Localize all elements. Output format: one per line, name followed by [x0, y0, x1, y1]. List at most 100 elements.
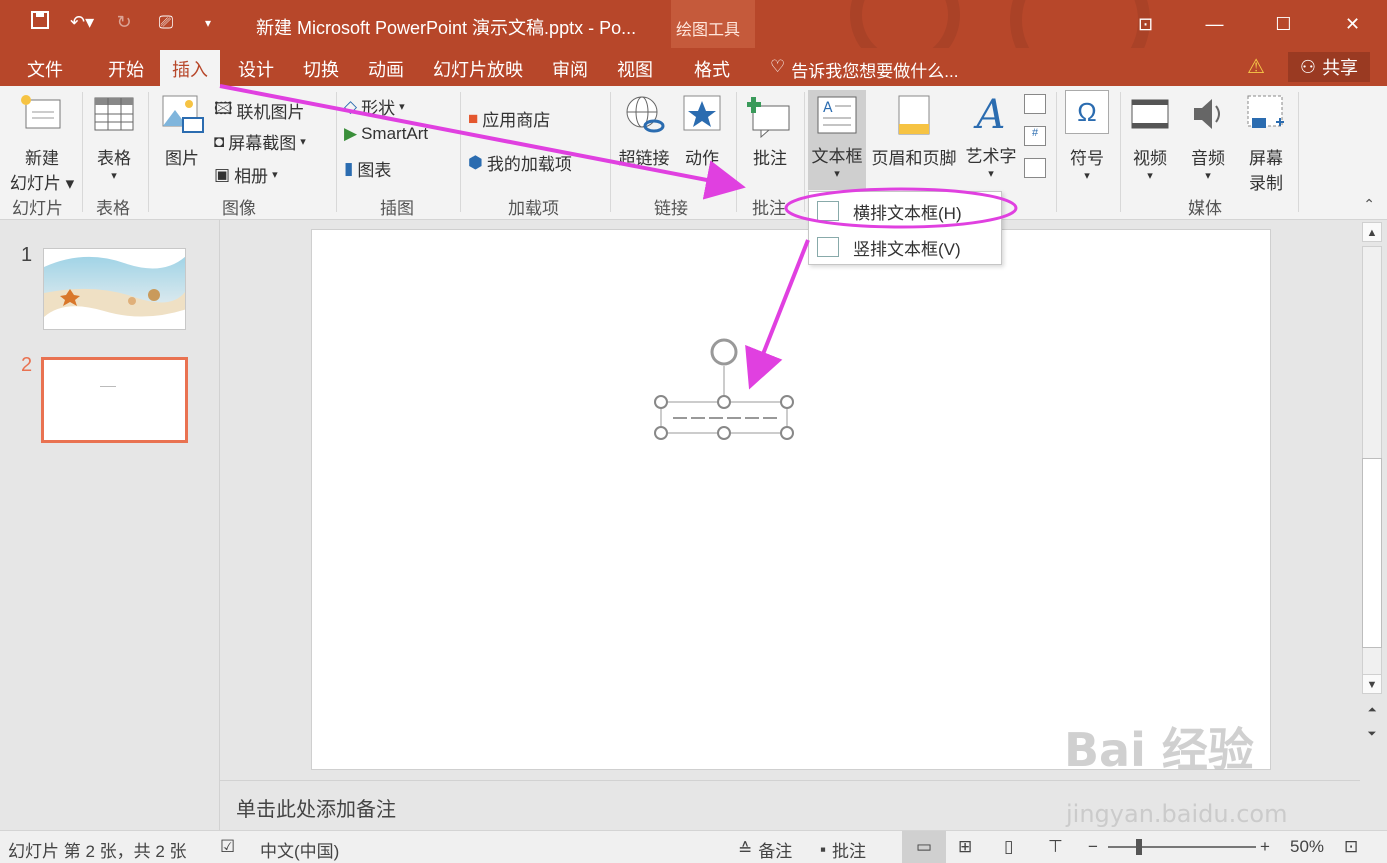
scroll-thumb[interactable] [1362, 458, 1382, 648]
slide-thumbnail-1[interactable] [43, 248, 186, 330]
slideshow-icon[interactable]: ⊤ [1048, 837, 1063, 857]
slide-number-icon[interactable]: # [1024, 126, 1046, 146]
tab-slideshow[interactable]: 幻灯片放映 [433, 56, 523, 82]
group-separator [736, 92, 737, 212]
maximize-button[interactable]: ☐ [1249, 0, 1318, 48]
store-button[interactable]: ■ 应用商店 [468, 106, 550, 131]
reading-view-icon[interactable]: ▯ [1004, 837, 1013, 857]
close-button[interactable]: ✕ [1318, 0, 1387, 48]
textbox-icon: A [817, 96, 857, 134]
prev-slide-icon[interactable]: ⏶ [1362, 700, 1382, 720]
zoom-slider-track[interactable] [1108, 846, 1256, 848]
store-icon: ■ [468, 108, 479, 128]
thumbnail-textbox-mark [100, 386, 116, 387]
tab-home[interactable]: 开始 [108, 56, 144, 82]
slide-info: 幻灯片 第 2 张，共 2 张 [8, 842, 187, 861]
chart-label: 图表 [357, 161, 392, 180]
context-tab-label: 绘图工具 [676, 22, 741, 39]
online-picture-button[interactable]: 🖾 联机图片 [214, 96, 305, 125]
screenshot-button[interactable]: ◘ 屏幕截图 ▾ [214, 129, 306, 154]
tab-transitions[interactable]: 切换 [303, 56, 339, 82]
online-picture-icon: 🖾 [214, 99, 233, 118]
comments-toggle[interactable]: ▪ 批注 [820, 837, 866, 862]
tab-insert[interactable]: 插入 [160, 50, 220, 86]
album-button[interactable]: ▣ 相册 ▾ [214, 162, 278, 187]
slide-sorter-icon[interactable]: ⊞ [958, 837, 972, 857]
svg-text:A: A [823, 100, 833, 116]
symbol-button[interactable]: Ω 符号 ▾ [1060, 90, 1114, 182]
action-label: 动作 [685, 149, 719, 168]
smartart-button[interactable]: ▶ SmartArt [344, 124, 428, 144]
textbox-button[interactable]: A 文本框 ▾ [808, 90, 866, 190]
hyperlink-button[interactable]: 超链接 [614, 94, 674, 169]
comment-button[interactable]: 批注 [744, 94, 796, 169]
customize-qat-icon[interactable]: ▾ [196, 16, 220, 30]
presenter-icon[interactable]: ⎚ [154, 12, 178, 33]
scroll-up-icon[interactable]: ▲ [1362, 222, 1382, 242]
save-icon[interactable] [28, 10, 52, 35]
chevron-down-icon: ▾ [399, 101, 405, 113]
tell-me-box[interactable]: ♡ 告诉我您想要做什么... [770, 57, 958, 82]
screen-record-icon [1247, 95, 1284, 128]
title-bar: ↶▾ ↻ ⎚ ▾ 新建 Microsoft PowerPoint 演示文稿.pp… [0, 0, 1387, 90]
normal-view-icon[interactable]: ▭ [902, 831, 946, 863]
horizontal-textbox-item[interactable]: 横排文本框(H) [809, 194, 1001, 228]
minimize-button[interactable]: — [1180, 0, 1249, 48]
picture-button[interactable]: 图片 [156, 94, 208, 169]
video-button[interactable]: 视频 ▾ [1124, 94, 1176, 182]
fit-slide-icon[interactable]: ⊡ [1344, 837, 1358, 857]
audio-button[interactable]: 音频 ▾ [1182, 94, 1234, 182]
my-addins-label: 我的加载项 [486, 155, 572, 174]
action-button[interactable]: 动作 [678, 94, 726, 169]
header-footer-button[interactable]: 页眉和页脚 [868, 94, 960, 169]
zoom-slider-knob[interactable] [1136, 839, 1142, 855]
warning-icon[interactable]: ⚠ [1247, 54, 1265, 79]
new-slide-label: 新建 [25, 149, 59, 168]
spell-check-icon[interactable]: ☑ [220, 837, 235, 857]
screen-record-button[interactable]: 屏幕 录制 [1240, 94, 1292, 194]
audio-label: 音频 [1191, 149, 1225, 168]
chart-button[interactable]: ▮ 图表 [344, 156, 391, 181]
tab-design[interactable]: 设计 [238, 56, 274, 82]
tab-view[interactable]: 视图 [617, 56, 653, 82]
video-label: 视频 [1133, 149, 1167, 168]
shapes-button[interactable]: ◇ 形状 ▾ [344, 94, 405, 119]
group-comments-label: 批注 [752, 199, 786, 218]
scroll-down-icon[interactable]: ▼ [1362, 674, 1382, 694]
vertical-scrollbar[interactable]: ▲ ▼ ⏶ ⏷ [1360, 222, 1384, 778]
tab-animations[interactable]: 动画 [368, 56, 404, 82]
smartart-icon: ▶ [344, 124, 358, 143]
tab-format[interactable]: 格式 [694, 56, 730, 82]
comment-small-icon: ▪ [820, 839, 827, 859]
slide-canvas[interactable] [311, 229, 1271, 770]
zoom-out-icon[interactable]: − [1088, 837, 1098, 857]
slide-thumbnail-2[interactable] [41, 357, 188, 443]
my-addins-button[interactable]: ⬢ 我的加载项 [468, 150, 572, 175]
next-slide-icon[interactable]: ⏷ [1362, 724, 1382, 744]
wordart-button[interactable]: A 艺术字 ▾ [962, 94, 1020, 180]
ribbon-display-options-icon[interactable]: ⊡ [1111, 0, 1180, 48]
date-time-icon[interactable] [1024, 94, 1046, 114]
header-footer-label: 页眉和页脚 [871, 149, 957, 168]
redo-icon[interactable]: ↻ [112, 12, 136, 33]
language-indicator[interactable]: 中文(中国) [260, 837, 339, 862]
object-icon[interactable] [1024, 158, 1046, 178]
notes-toggle[interactable]: ≙ 备注 [738, 837, 792, 862]
vertical-textbox-item[interactable]: 竖排文本框(V) [809, 230, 1001, 264]
baidu-watermark-url: jingyan.baidu.com [1066, 800, 1288, 828]
tab-file[interactable]: 文件 [27, 56, 63, 82]
group-separator [82, 92, 83, 212]
group-media-label: 媒体 [1188, 199, 1222, 218]
new-slide-button[interactable]: 新建 幻灯片 ▾ [6, 94, 78, 194]
table-label: 表格 [97, 149, 131, 168]
vertical-textbox-icon [817, 237, 839, 257]
share-button[interactable]: ⚇ 共享 [1288, 52, 1370, 82]
collapse-ribbon-icon[interactable]: ⌃ [1363, 196, 1375, 213]
undo-icon[interactable]: ↶▾ [70, 12, 94, 33]
zoom-level[interactable]: 50% [1290, 837, 1324, 857]
omega-icon: Ω [1065, 90, 1109, 134]
tab-review[interactable]: 审阅 [552, 56, 588, 82]
table-button[interactable]: 表格 ▾ [88, 94, 140, 182]
chevron-down-icon: ▾ [111, 170, 117, 182]
zoom-in-icon[interactable]: + [1260, 837, 1270, 857]
